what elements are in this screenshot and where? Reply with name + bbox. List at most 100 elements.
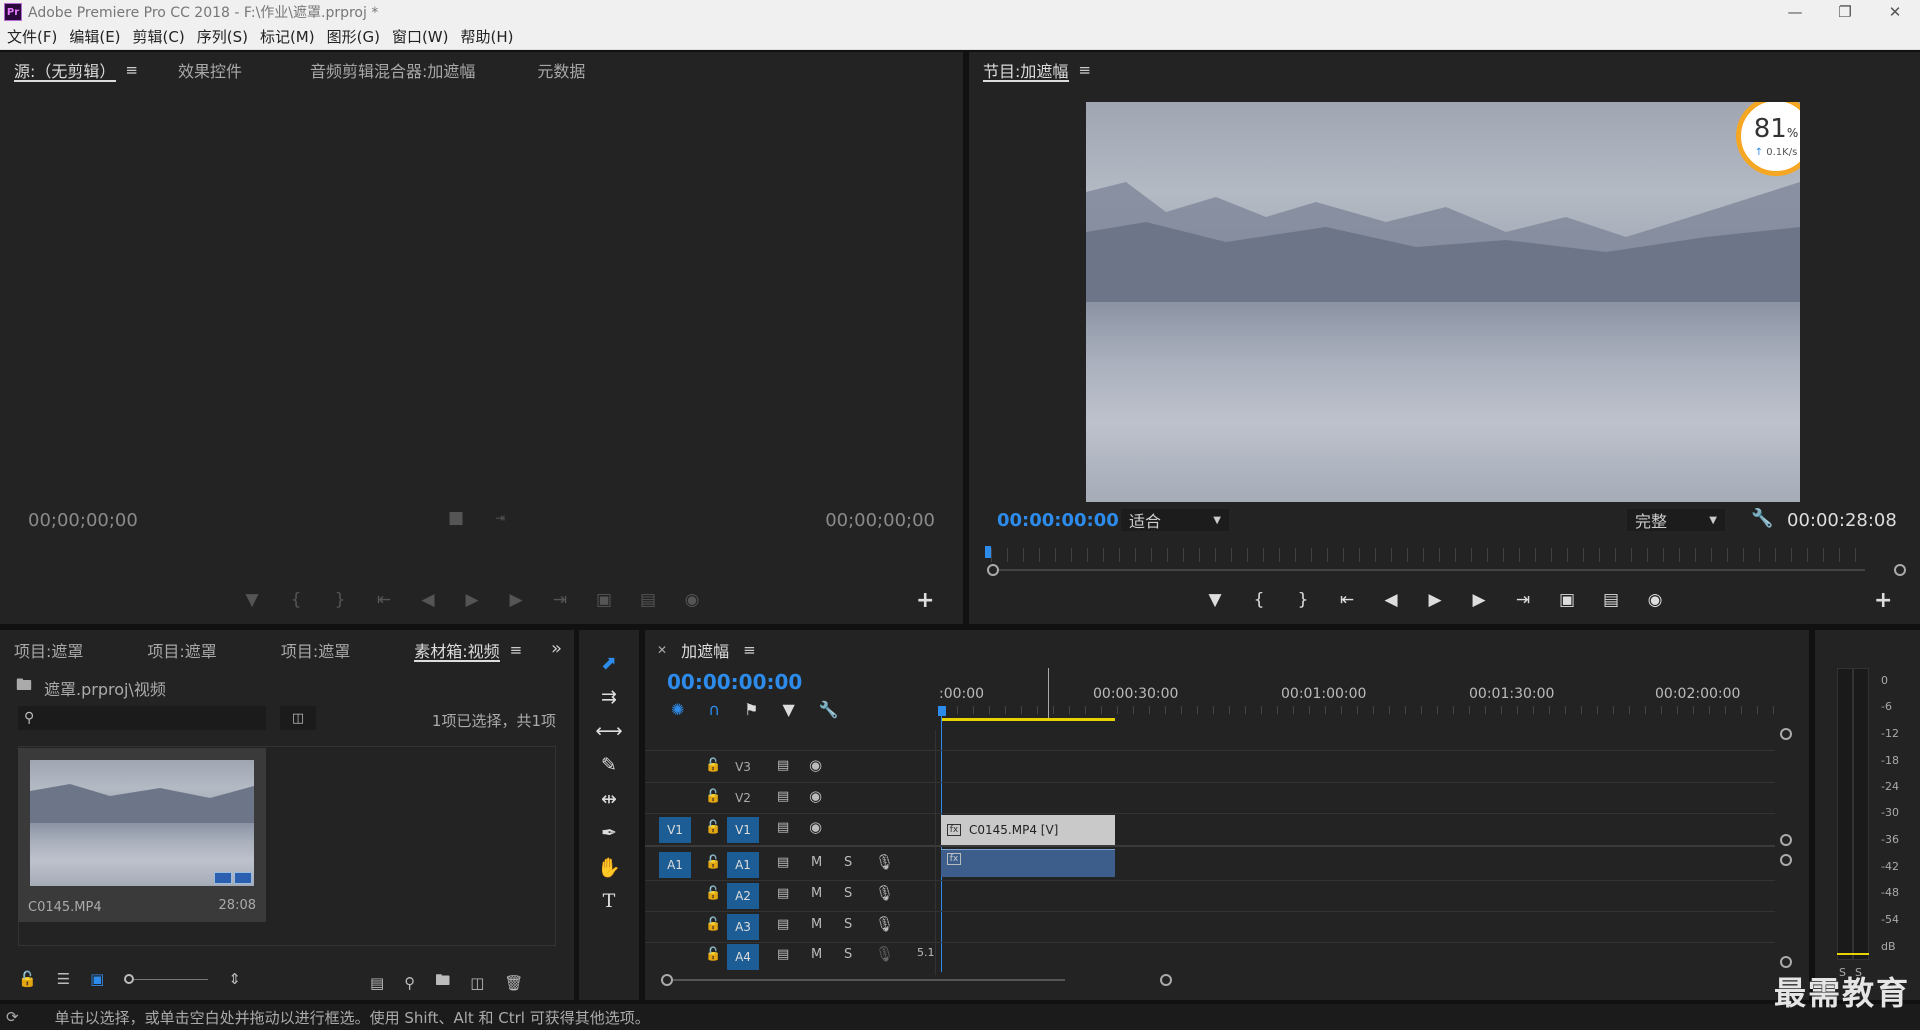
overwrite-icon[interactable]: ▤ — [626, 590, 670, 610]
v-scroll-handle-mid2[interactable] — [1780, 854, 1792, 866]
program-zoom-bar[interactable] — [999, 569, 1865, 571]
tab-project-1[interactable]: 项目:遮罩 — [0, 632, 97, 668]
timeline-h-scrollbar[interactable] — [673, 979, 1065, 981]
menu-edit[interactable]: 编辑(E) — [62, 26, 125, 47]
linked-selection-icon[interactable]: ⚑ — [744, 700, 758, 719]
slip-tool-icon[interactable]: ⇹ — [579, 788, 639, 810]
go-to-in-icon[interactable]: ⇤ — [1325, 590, 1369, 610]
step-back-icon[interactable]: ◀ — [1369, 590, 1413, 610]
sync-lock-icon[interactable]: ▤ — [777, 886, 789, 901]
source-timecode-current[interactable]: 00;00;00;00 — [28, 510, 138, 531]
safe-margins-icon[interactable]: ■ — [434, 508, 478, 528]
timeline-settings-wrench-icon[interactable]: 🔧 — [819, 700, 839, 719]
h-scroll-handle-right[interactable] — [1160, 974, 1172, 986]
lock-track-icon[interactable]: 🔓 — [705, 947, 721, 962]
menu-graphics[interactable]: 图形(G) — [320, 26, 385, 47]
voice-over-mic-icon[interactable]: 🎙 — [875, 884, 894, 902]
work-area-bar[interactable] — [941, 718, 1115, 721]
playhead-handle[interactable] — [938, 706, 946, 716]
step-back-icon[interactable]: ◀ — [406, 590, 450, 610]
extract-icon[interactable]: ▤ — [1589, 590, 1633, 610]
audio-clip[interactable]: fx — [941, 849, 1115, 877]
insert-icon[interactable]: ▣ — [582, 590, 626, 610]
solo-button[interactable]: S — [844, 947, 852, 962]
video-clip[interactable]: fx C0145.MP4 [V] — [941, 815, 1115, 845]
snap-magnet-icon[interactable]: ∩ — [708, 700, 720, 719]
track-v1-label[interactable]: V1 — [727, 817, 759, 843]
lock-track-icon[interactable]: 🔓 — [705, 886, 721, 901]
lock-track-icon[interactable]: 🔓 — [705, 855, 721, 870]
voice-over-mic-icon[interactable]: 🎙 — [875, 853, 894, 871]
automate-to-sequence-icon[interactable]: ▤ — [370, 974, 384, 992]
sync-lock-icon[interactable]: ▤ — [777, 917, 789, 932]
sync-lock-icon[interactable]: ▤ — [777, 855, 789, 870]
v-scroll-handle-mid1[interactable] — [1780, 834, 1792, 846]
add-marker-icon[interactable]: ▼ — [230, 590, 274, 610]
more-panels-icon[interactable]: » — [551, 638, 562, 659]
panel-menu-icon[interactable]: ≡ — [510, 641, 523, 659]
panel-menu-icon[interactable]: ≡ — [125, 61, 138, 79]
program-timecode-current[interactable]: 00:00:00:00 — [997, 510, 1119, 531]
track-select-tool-icon[interactable]: ⇉ — [579, 686, 639, 708]
lift-icon[interactable]: ▣ — [1545, 590, 1589, 610]
menu-marker[interactable]: 标记(M) — [253, 26, 320, 47]
search-input[interactable]: ⚲ — [18, 706, 266, 730]
sync-lock-icon[interactable]: ▤ — [777, 758, 789, 773]
menu-window[interactable]: 窗口(W) — [385, 26, 454, 47]
lock-track-icon[interactable]: 🔓 — [705, 789, 721, 804]
track-v3-label[interactable]: V3 — [727, 754, 759, 780]
voice-over-mic-icon[interactable]: 🎙 — [875, 945, 894, 963]
toggle-output-eye-icon[interactable]: ◉ — [809, 818, 822, 836]
ripple-edit-tool-icon[interactable]: ⟷ — [579, 720, 639, 742]
sync-lock-icon[interactable]: ▤ — [777, 947, 789, 962]
export-frame-icon[interactable]: ◉ — [670, 590, 714, 610]
solo-button[interactable]: S — [844, 886, 852, 901]
toggle-output-eye-icon[interactable]: ◉ — [809, 756, 822, 774]
new-bin-icon[interactable]: 🖿 — [435, 970, 450, 995]
pen-tool-icon[interactable]: ✒ — [579, 822, 639, 844]
source-patch-v1[interactable]: V1 — [659, 817, 691, 843]
go-to-out-icon[interactable]: ⇥ — [538, 590, 582, 610]
mark-in-icon[interactable]: { — [274, 590, 318, 610]
selection-tool-icon[interactable]: ⬈ — [579, 652, 639, 674]
timeline-time-ruler[interactable] — [941, 706, 1775, 714]
razor-tool-icon[interactable]: ✎ — [579, 754, 639, 776]
trash-icon[interactable]: 🗑 — [504, 974, 523, 992]
minimize-icon[interactable]: — — [1770, 0, 1820, 24]
tab-project-3[interactable]: 项目:遮罩 — [267, 632, 364, 668]
step-forward-icon[interactable]: ▶ — [1457, 590, 1501, 610]
sort-icon[interactable]: ⇕ — [228, 970, 241, 988]
export-frame-icon[interactable]: ◉ — [1633, 590, 1677, 610]
mute-button[interactable]: M — [811, 886, 822, 901]
menu-help[interactable]: 帮助(H) — [453, 26, 518, 47]
button-editor-icon[interactable]: + — [916, 588, 934, 613]
drag-video-icon[interactable]: ⇥ — [478, 511, 522, 525]
find-icon[interactable]: ⚲ — [404, 974, 415, 992]
zoom-handle-left[interactable] — [987, 564, 999, 576]
toggle-output-eye-icon[interactable]: ◉ — [809, 787, 822, 805]
go-to-out-icon[interactable]: ⇥ — [1501, 590, 1545, 610]
h-scroll-handle-left[interactable] — [661, 974, 673, 986]
clip-thumbnail-card[interactable]: C0145.MP4 28:08 — [18, 748, 266, 922]
add-marker-icon[interactable]: ▼ — [782, 700, 794, 719]
type-tool-icon[interactable]: T — [579, 890, 639, 912]
track-v2-label[interactable]: V2 — [727, 785, 759, 811]
sync-lock-icon[interactable]: ▤ — [777, 820, 789, 835]
zoom-slider[interactable] — [124, 974, 209, 984]
mute-button[interactable]: M — [811, 855, 822, 870]
lock-track-icon[interactable]: 🔓 — [705, 917, 721, 932]
hand-tool-icon[interactable]: ✋ — [579, 856, 639, 879]
panel-menu-icon[interactable]: ≡ — [1078, 61, 1091, 79]
mark-out-icon[interactable]: } — [1281, 590, 1325, 610]
menu-clip[interactable]: 剪辑(C) — [126, 26, 190, 47]
sequence-tab-label[interactable]: 加遮幅 — [681, 638, 729, 662]
mark-in-icon[interactable]: { — [1237, 590, 1281, 610]
zoom-dropdown[interactable]: 适合 ▼ — [1121, 509, 1229, 531]
track-a1-label[interactable]: A1 — [727, 852, 759, 878]
zoom-handle-right[interactable] — [1894, 564, 1906, 576]
lock-icon[interactable]: 🔓 — [18, 970, 37, 988]
solo-button[interactable]: S — [844, 917, 852, 932]
tab-program[interactable]: 节目:加遮幅 ≡ — [969, 52, 1105, 88]
restore-icon[interactable]: ❐ — [1820, 0, 1870, 24]
mute-button[interactable]: M — [811, 917, 822, 932]
